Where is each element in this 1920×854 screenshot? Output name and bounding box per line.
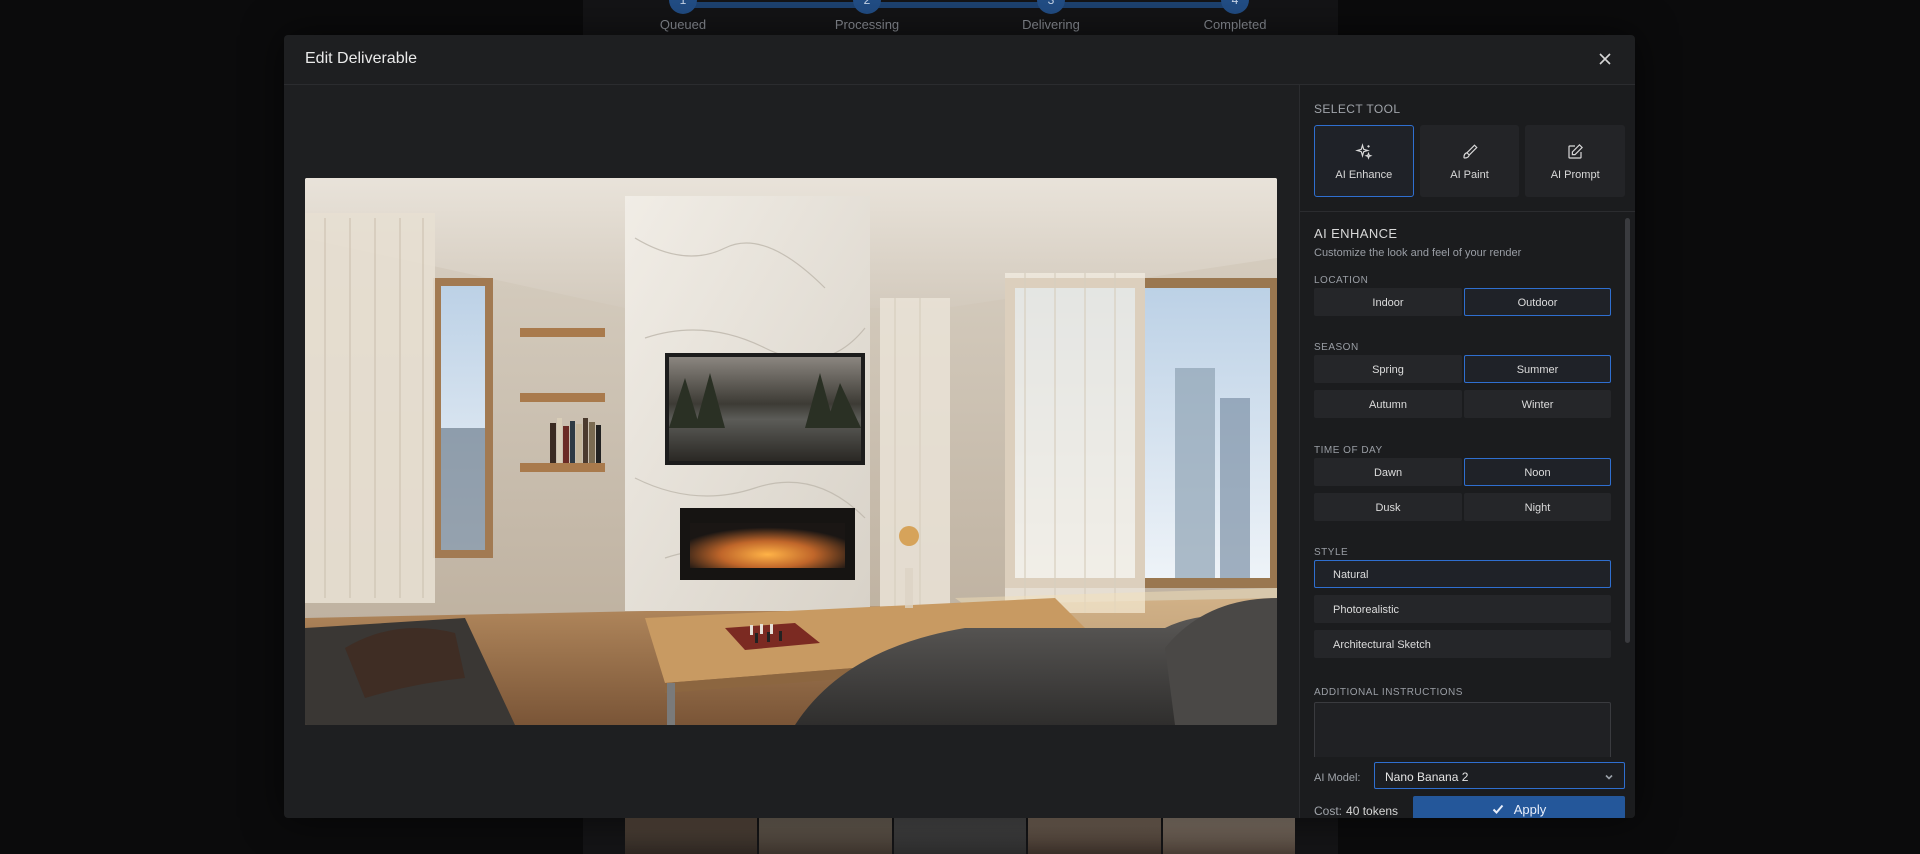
- location-indoor[interactable]: Indoor: [1314, 288, 1462, 316]
- time-night[interactable]: Night: [1464, 493, 1611, 521]
- step-label: Delivering: [1022, 17, 1080, 32]
- season-spring[interactable]: Spring: [1314, 355, 1462, 383]
- additional-instructions-label: ADDITIONAL INSTRUCTIONS: [1314, 687, 1463, 698]
- step-label: Processing: [834, 17, 900, 32]
- panel-footer: AI Model: Nano Banana 2 Cost: 40 tokens A…: [1300, 757, 1635, 818]
- cost-label: Cost:: [1314, 804, 1343, 818]
- select-tool-label: SELECT TOOL: [1314, 102, 1401, 116]
- step-completed: 4 Completed: [1175, 0, 1295, 32]
- season-label: SEASON: [1314, 342, 1359, 353]
- preview-area: [284, 85, 1299, 818]
- step-number: 1: [669, 0, 697, 14]
- style-natural[interactable]: Natural: [1314, 560, 1611, 588]
- time-dusk[interactable]: Dusk: [1314, 493, 1462, 521]
- time-of-day-label: TIME OF DAY: [1314, 445, 1383, 456]
- step-number: 2: [853, 0, 881, 14]
- modal-title: Edit Deliverable: [305, 50, 418, 67]
- step-label: Queued: [659, 17, 707, 32]
- style-label: STYLE: [1314, 547, 1349, 558]
- tool-ai-enhance[interactable]: AI Enhance: [1314, 125, 1414, 197]
- season-autumn[interactable]: Autumn: [1314, 390, 1462, 418]
- apply-label: Apply: [1513, 802, 1547, 817]
- thumbnail: [1028, 818, 1161, 854]
- step-number: 3: [1037, 0, 1065, 14]
- step-label: Completed: [1203, 17, 1267, 32]
- background-thumbnails: [625, 818, 1296, 854]
- close-button[interactable]: [1593, 47, 1617, 71]
- season-winter[interactable]: Winter: [1464, 390, 1611, 418]
- chevron-down-icon: [1605, 774, 1613, 780]
- enhance-subtitle: Customize the look and feel of your rend…: [1314, 247, 1522, 259]
- render-image[interactable]: [305, 178, 1277, 725]
- style-architectural-sketch[interactable]: Architectural Sketch: [1314, 630, 1611, 658]
- tool-label: AI Prompt: [1550, 169, 1600, 181]
- tool-ai-paint[interactable]: AI Paint: [1419, 125, 1520, 197]
- tool-ai-prompt[interactable]: AI Prompt: [1525, 125, 1626, 197]
- tool-label: AI Paint: [1450, 169, 1489, 181]
- scrollbar[interactable]: [1625, 218, 1630, 643]
- thumbnail: [893, 818, 1027, 854]
- ai-model-value: Nano Banana 2: [1385, 770, 1469, 784]
- apply-button[interactable]: Apply: [1413, 796, 1625, 818]
- style-photorealistic[interactable]: Photorealistic: [1314, 595, 1611, 623]
- thumbnail: [625, 818, 758, 854]
- brush-icon: [1462, 144, 1478, 159]
- cost-value: 40 tokens: [1346, 804, 1399, 818]
- cost-display: Cost: 40 tokens: [1314, 804, 1398, 818]
- enhance-options[interactable]: AI ENHANCE Customize the look and feel o…: [1300, 212, 1635, 757]
- sparkles-icon: [1354, 143, 1373, 160]
- edit-deliverable-modal: Edit Deliverable SELECT TOOL AI Enhance …: [284, 35, 1635, 818]
- season-summer[interactable]: Summer: [1464, 355, 1611, 383]
- stepper-line: [683, 2, 1238, 8]
- thumbnail: [759, 818, 892, 854]
- time-dawn[interactable]: Dawn: [1314, 458, 1462, 486]
- tool-selector: AI Enhance AI Paint AI Prompt: [1314, 125, 1626, 197]
- tool-label: AI Enhance: [1335, 169, 1393, 181]
- enhance-title: AI ENHANCE: [1314, 226, 1398, 241]
- additional-instructions-input[interactable]: [1314, 702, 1611, 757]
- thumbnail: [1162, 818, 1296, 854]
- location-outdoor[interactable]: Outdoor: [1464, 288, 1611, 316]
- modal-header: Edit Deliverable: [284, 35, 1635, 85]
- location-label: LOCATION: [1314, 275, 1369, 286]
- step-delivering: 3 Delivering: [991, 0, 1111, 32]
- time-noon[interactable]: Noon: [1464, 458, 1611, 486]
- step-processing: 2 Processing: [807, 0, 927, 32]
- edit-icon: [1568, 144, 1584, 159]
- check-icon: [1492, 804, 1503, 814]
- step-number: 4: [1221, 0, 1249, 14]
- ai-model-select[interactable]: Nano Banana 2: [1374, 762, 1625, 789]
- tool-panel: SELECT TOOL AI Enhance AI Paint AI Promp…: [1299, 85, 1635, 818]
- progress-stepper: 1 Queued 2 Processing 3 Delivering 4 Com…: [583, 0, 1338, 40]
- close-icon: [1599, 53, 1611, 65]
- step-queued: 1 Queued: [623, 0, 743, 32]
- ai-model-label: AI Model:: [1314, 772, 1361, 784]
